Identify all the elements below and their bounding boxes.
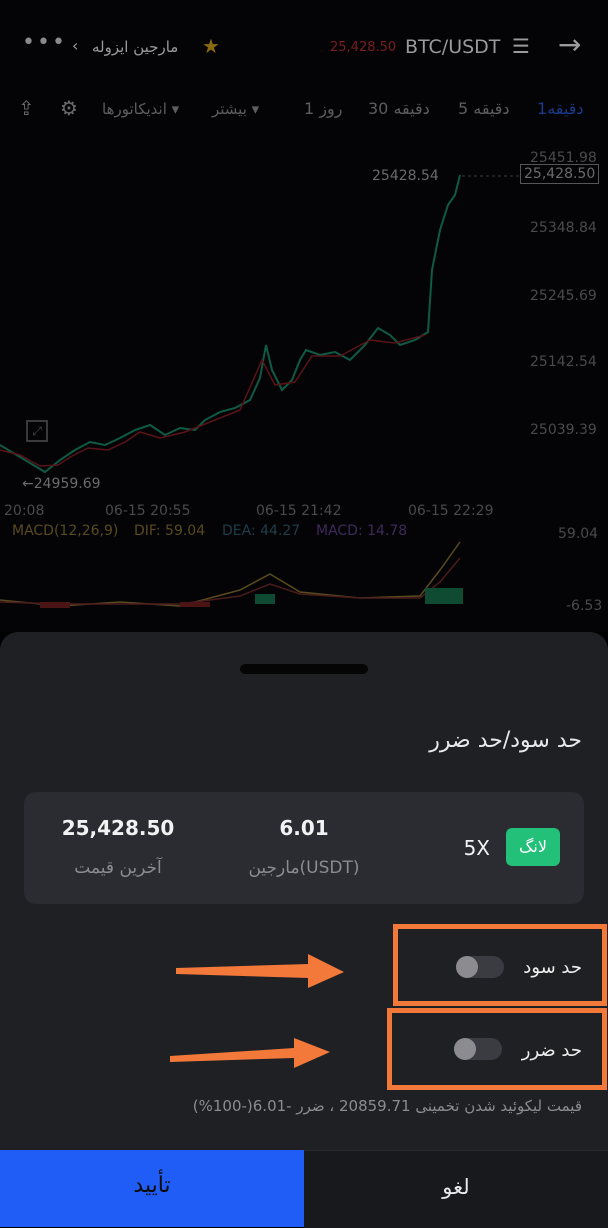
margin-mode[interactable]: مارجین ایزوله (92, 38, 178, 56)
last-price-value: 25,428.50 (61, 816, 175, 840)
star-icon[interactable]: ★ (202, 34, 220, 58)
price-tick: -6.53 (566, 598, 603, 614)
macd-chart (0, 541, 463, 608)
tf-1d[interactable]: 1 روز (304, 99, 342, 118)
more-dots-icon[interactable]: ••• (22, 30, 67, 55)
leverage-value: 5X (463, 836, 490, 860)
pair-name[interactable]: BTC/USDT (405, 36, 500, 58)
price-tick: 25142.54 (530, 354, 597, 370)
macd-value: MACD: 14.78 (316, 523, 408, 539)
chevron-left-icon[interactable]: ‹ (72, 36, 78, 55)
list-icon[interactable]: ☰ (512, 34, 530, 58)
margin-label: مارجین(USDT) (248, 858, 360, 878)
time-tick: 20:08 (4, 503, 45, 519)
arrow-right-icon[interactable]: → (558, 28, 581, 61)
tf-1m[interactable]: 1دقیقه (537, 99, 583, 118)
more-timeframes[interactable]: بیشتر ▾ (212, 100, 259, 118)
liquidation-note: قیمت لیکوئید شدن تخمینی 20859.71 ، ضرر -… (192, 1097, 582, 1115)
cancel-button[interactable]: لغو (304, 1150, 608, 1228)
highlight-box-take-profit (393, 924, 607, 1006)
annotation-arrow-icon (176, 954, 344, 988)
side-badge: لانگ (506, 828, 560, 866)
price-tick: 25039.39 (530, 422, 597, 438)
gear-icon[interactable]: ⚙ (60, 96, 78, 120)
chart-area: ••• ‹ مارجین ایزوله ★ 25,428.50 BTC/USDT… (0, 0, 608, 632)
macd-dea: DEA: 44.27 (222, 523, 301, 539)
time-tick: 06-15 21:42 (256, 503, 342, 519)
highlight-box-stop-loss (387, 1008, 607, 1090)
header-price: 25,428.50 (330, 40, 397, 55)
last-price-label: آخرین قیمت (74, 858, 162, 878)
indicators-menu[interactable]: اندیکاتورها ▾ (102, 100, 179, 118)
tf-5m[interactable]: 5 دقیقه (458, 99, 510, 118)
price-chart (0, 174, 520, 474)
last-price-tag: 25,428.50 (520, 164, 600, 184)
share-icon[interactable]: ⇪ (18, 96, 35, 120)
price-tick: 25348.84 (530, 220, 597, 236)
margin-value: 6.01 (279, 816, 329, 840)
sheet-title: حد سود/حد ضرر (429, 728, 582, 753)
confirm-button[interactable]: تأیید (0, 1150, 304, 1227)
time-tick: 06-15 22:29 (408, 503, 494, 519)
price-tick: 25245.69 (530, 288, 597, 304)
position-summary-card: 25,428.50 آخرین قیمت 6.01 مارجین(USDT) 5… (24, 792, 584, 904)
time-tick: 06-15 20:55 (105, 503, 191, 519)
macd-title: MACD(12,26,9) (12, 523, 119, 539)
annotation-arrow-icon (170, 1038, 330, 1068)
macd-dif: DIF: 59.04 (134, 523, 206, 539)
sheet-handle[interactable] (240, 664, 368, 674)
tf-30m[interactable]: 30 دقیقه (368, 99, 430, 118)
price-tick: 59.04 (558, 526, 599, 542)
